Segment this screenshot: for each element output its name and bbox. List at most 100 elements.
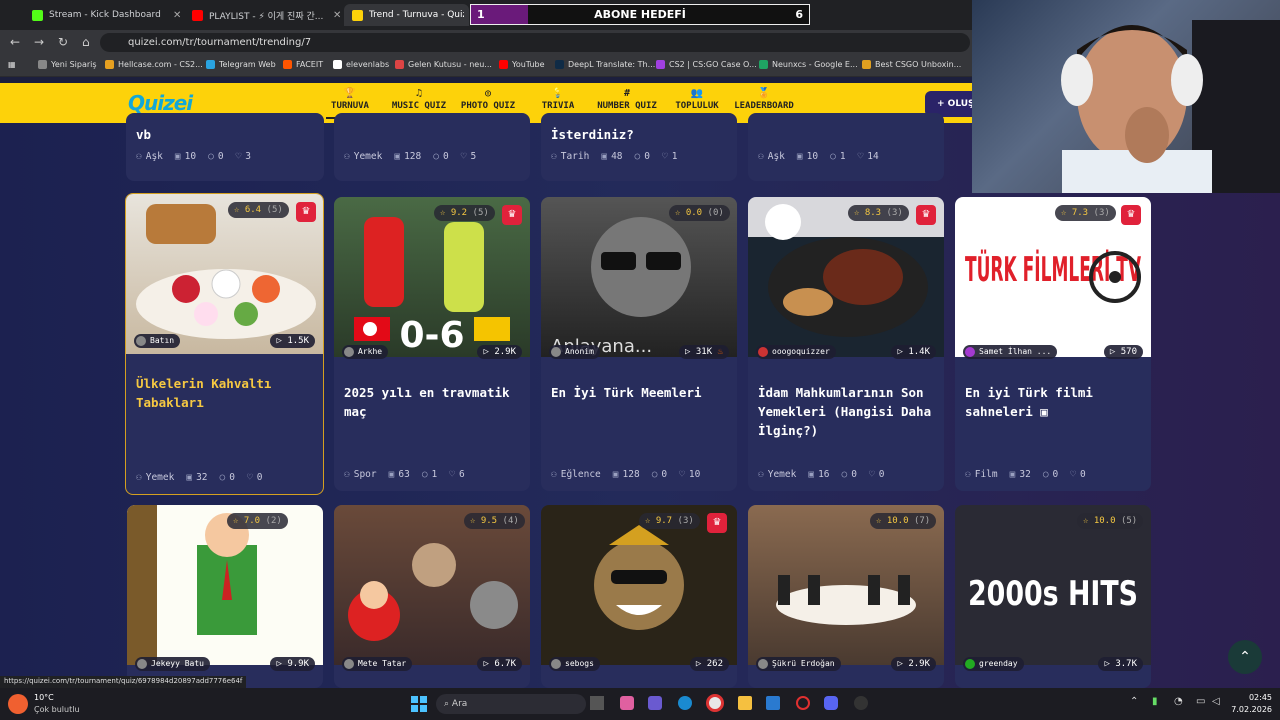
bookmark-item[interactable]: CS2 | CS:GO Case O... [656, 60, 757, 69]
card-stats: ⚇ Yemek ▣ 16 ○ 0 ♡ 0 [758, 469, 884, 480]
bookmark-item[interactable]: YouTube [499, 60, 545, 69]
tray-chevron-icon[interactable]: ⌃ [1130, 696, 1138, 707]
streamer-silhouette [1061, 20, 1280, 193]
leaderboard-icon: 🏅 [757, 88, 771, 99]
author-badge[interactable]: ooogoquizzer [756, 345, 836, 359]
author-badge[interactable]: Anonim [549, 345, 600, 359]
author-badge[interactable]: Şükrü Erdoğan [756, 657, 841, 671]
windows-start-icon[interactable] [410, 695, 428, 713]
quiz-card[interactable]: ☆ 6.4 (5) ♛ Batın ▷ 1.5K Ülkelerin Kahva… [125, 193, 324, 495]
quiz-card[interactable]: ⚇ Aşk ▣ 10 ○ 1 ♡ 14 [748, 113, 944, 181]
quiz-card[interactable]: ☆ 10.0 (7) Şükrü Erdoğan ▷ 2.9K [748, 505, 944, 688]
quiz-card[interactable]: 0-6 ☆ 9.2 (5) ♛ Arkhe ▷ 2.9K 2025 yılı e… [334, 197, 530, 491]
network-icon[interactable]: ◔ [1174, 696, 1183, 707]
site-logo[interactable]: Quizei [128, 91, 193, 115]
quiz-card[interactable]: TÜRK FİLMLERİ TV ☆ 7.3 (3) ♛ Samet İlhan… [955, 197, 1151, 491]
weather-icon [8, 694, 28, 714]
bookmark-item[interactable]: Gelen Kutusu - neu... [395, 60, 492, 69]
quiz-card[interactable]: ☆ 9.7 (3) ♛ sebogs ▷ 262 [541, 505, 737, 688]
tab-kick[interactable]: Stream - Kick Dashboard ✕ [24, 4, 184, 26]
obs-icon[interactable] [854, 696, 868, 710]
quiz-card[interactable]: İsterdiniz? ⚇ Tarih ▣ 48 ○ 0 ♡ 1 [541, 113, 737, 181]
chrome-icon[interactable] [706, 694, 724, 712]
quiz-card[interactable]: Anlayana... ☆ 0.0 (0) Anonim ▷ 31K ♨ En … [541, 197, 737, 491]
music-icon: ♫ [415, 88, 423, 99]
task-view-icon[interactable] [590, 696, 604, 710]
quiz-card[interactable]: vb ⚇ Aşk ▣ 10 ○ 0 ♡ 3 [126, 113, 324, 181]
author-badge[interactable]: Arkhe [342, 345, 389, 359]
card-title[interactable]: Ülkelerin Kahvaltı Tabakları [136, 374, 316, 412]
card-title[interactable]: En iyi Türk filmi sahneleri ▣ [965, 383, 1145, 421]
author-badge[interactable]: Mete Tatar [342, 657, 413, 671]
quiz-card[interactable]: ⚇ Yemek ▣ 128 ○ 0 ♡ 5 [334, 113, 530, 181]
author-badge[interactable]: Batın [134, 334, 181, 348]
category-label: ⚇ Film [965, 469, 998, 480]
clock-date[interactable]: 7.02.2026 [1222, 705, 1272, 714]
back-icon[interactable]: ← [10, 35, 20, 49]
avatar [137, 659, 147, 669]
close-icon[interactable]: ✕ [173, 10, 181, 21]
edge-icon[interactable] [678, 696, 692, 710]
trophy-icon: 🏆 [343, 88, 357, 99]
taskbar-search[interactable]: ⌕ Ara [436, 694, 586, 714]
items-count: ▣ 63 [388, 469, 410, 480]
url-input[interactable]: quizei.com/tr/tournament/trending/7 [100, 33, 970, 52]
author-badge[interactable]: Samet İlhan ... [963, 345, 1058, 359]
close-icon[interactable]: ✕ [333, 10, 341, 21]
number-icon: # [623, 88, 631, 99]
play-count: ▷ 262 [689, 657, 729, 671]
hits-logo: 2000s HITS [968, 574, 1138, 614]
card-title[interactable]: İdam Mahkumlarının Son Yemekleri (Hangis… [758, 383, 938, 440]
forward-icon[interactable]: → [34, 35, 44, 49]
clock-time[interactable]: 02:45 [1232, 693, 1272, 702]
discord-icon[interactable] [824, 696, 838, 710]
rating-badge: ☆ 7.3 (3) [1055, 205, 1116, 221]
bookmark-item[interactable]: FACEIT [283, 60, 323, 69]
author-badge[interactable]: greenday [963, 657, 1024, 671]
bookmark-item[interactable]: Yeni Sipariş [38, 60, 97, 69]
apps-icon[interactable]: ▦ [8, 60, 16, 69]
store-icon[interactable] [766, 696, 780, 710]
quiz-card[interactable]: ☆ 8.3 (3) ♛ ooogoquizzer ▷ 1.4K İdam Mah… [748, 197, 944, 491]
likes-count: ♡ 1 [662, 151, 678, 162]
battery-icon[interactable]: ▮ [1152, 696, 1158, 707]
opera-icon[interactable] [796, 696, 810, 710]
dinner-scene-illustration [776, 575, 916, 625]
comments-count: ○ 0 [1042, 469, 1059, 480]
comments-count: ○ 0 [219, 472, 235, 483]
crown-icon: ♛ [502, 205, 522, 225]
bookmark-item[interactable]: Telegram Web [206, 60, 276, 69]
bookmark-item[interactable]: elevenlabs [333, 60, 389, 69]
weather-temp[interactable]: 10°C [34, 693, 54, 702]
teams-icon[interactable] [648, 696, 662, 710]
tab-quizei[interactable]: Trend - Turnuva - Quizei [344, 4, 469, 26]
quiz-card[interactable]: ☆ 7.0 (2) Jekeyy Batu ▷ 9.9K [127, 505, 323, 688]
card-title[interactable]: 2025 yılı en travmatik maç [344, 383, 524, 421]
avatar [965, 659, 975, 669]
bookmark-item[interactable]: Neunxcs - Google E... [759, 60, 858, 69]
monitor-icon[interactable]: ▭ [1196, 696, 1205, 707]
tab-playlist[interactable]: PLAYLIST - ⚡ 이게 진짜 간... ✕ [184, 4, 344, 26]
volume-icon[interactable]: ◁ [1212, 696, 1220, 707]
card-thumbnail: 2000s HITS [955, 505, 1151, 665]
bookmark-item[interactable]: Hellcase.com - CS2... [105, 60, 203, 69]
score-text: 0-6 [399, 315, 464, 356]
quiz-card[interactable]: ☆ 9.5 (4) Mete Tatar ▷ 6.7K [334, 505, 530, 688]
webcam-overlay [972, 0, 1280, 193]
author-badge[interactable]: Jekeyy Batu [135, 657, 210, 671]
card-title[interactable]: En İyi Türk Meemleri [551, 383, 731, 402]
bookmark-item[interactable]: DeepL Translate: Th... [555, 60, 655, 69]
bookmark-item[interactable]: Best CSGO Unboxin... [862, 60, 961, 69]
likes-count: ♡ 5 [460, 151, 477, 162]
copilot-icon[interactable] [620, 696, 634, 710]
home-icon[interactable]: ⌂ [82, 35, 90, 49]
rating-badge: ☆ 10.0 (5) [1077, 513, 1144, 529]
avatar [758, 659, 768, 669]
rating-badge: ☆ 0.0 (0) [669, 205, 730, 221]
scroll-to-top-button[interactable]: ⌃ [1228, 640, 1262, 674]
play-count: ▷ 31K ♨ [679, 345, 729, 359]
file-explorer-icon[interactable] [738, 696, 752, 710]
reload-icon[interactable]: ↻ [58, 35, 68, 49]
author-badge[interactable]: sebogs [549, 657, 600, 671]
quiz-card[interactable]: 2000s HITS ☆ 10.0 (5) greenday ▷ 3.7K [955, 505, 1151, 688]
